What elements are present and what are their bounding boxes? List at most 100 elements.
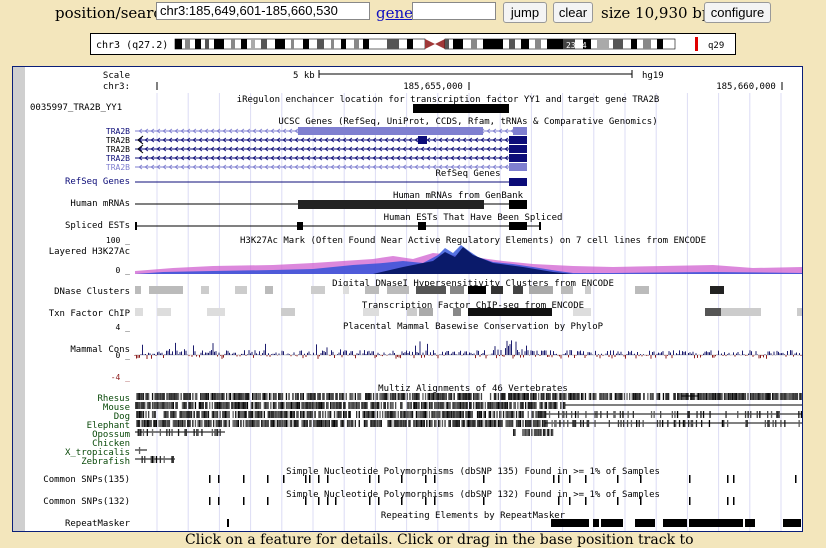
- multiz-block: [344, 402, 345, 409]
- iregulon-feature[interactable]: [413, 104, 509, 113]
- dnase-clusters[interactable]: [135, 286, 724, 294]
- multiz-block: [225, 420, 226, 427]
- multiz-block: [136, 411, 137, 418]
- multiz-block: [768, 393, 769, 400]
- configure-button[interactable]: configure: [704, 2, 771, 23]
- multiz-block: [552, 402, 553, 409]
- multiz-block: [595, 393, 596, 400]
- dnase-track-label[interactable]: DNase Clusters: [54, 287, 130, 297]
- multiz-block: [498, 393, 499, 400]
- est-track-label[interactable]: Spliced ESTs: [65, 221, 130, 231]
- refseq-track-label[interactable]: RefSeq Genes: [65, 177, 130, 187]
- multiz-block: [329, 393, 330, 400]
- multiz-block: [521, 411, 522, 418]
- multiz-block: [184, 429, 185, 436]
- multiz-block: [461, 402, 462, 409]
- position-label: position/search: [55, 4, 171, 22]
- multiz-block: [446, 411, 447, 418]
- genome-browser-track-panel[interactable]: Scale chr3: 5 kb hg19 185,655,000 185,66…: [12, 66, 803, 532]
- snp-tick: [267, 475, 269, 483]
- multiz-block: [438, 393, 439, 400]
- multiz-block: [448, 402, 449, 409]
- multiz-block: [499, 411, 500, 418]
- multiz-block: [392, 402, 393, 409]
- multiz-block: [171, 429, 172, 436]
- multiz-block: [438, 402, 439, 409]
- multiz-block: [426, 402, 427, 409]
- multiz-block: [615, 393, 616, 400]
- multiz-block: [675, 420, 676, 427]
- clear-button[interactable]: clear: [553, 2, 593, 23]
- ucsc-gene-label[interactable]: TRA2B: [106, 145, 130, 154]
- multiz-block: [503, 411, 504, 418]
- gene-link[interactable]: gene: [376, 4, 413, 22]
- multiz-block: [394, 393, 395, 400]
- multiz-block: [370, 393, 371, 400]
- h3k27ac-track-label[interactable]: Layered H3K27Ac: [49, 247, 130, 257]
- mrna-exon[interactable]: [509, 200, 527, 209]
- multiz-block: [602, 393, 603, 400]
- multiz-block: [780, 420, 781, 427]
- multiz-block: [325, 420, 326, 427]
- multiz-block: [305, 402, 306, 409]
- ucsc-gene-label[interactable]: TRA2B: [106, 127, 130, 136]
- position-input[interactable]: chr3:185,649,601-185,660,530: [156, 2, 370, 20]
- mrna-exon[interactable]: [298, 200, 484, 209]
- multiz-block: [169, 420, 170, 427]
- multiz-block: [238, 420, 239, 427]
- jump-button[interactable]: jump: [503, 2, 547, 23]
- multiz-block: [754, 393, 755, 400]
- multiz-block: [543, 429, 544, 436]
- multiz-block: [563, 402, 564, 409]
- multiz-block: [372, 411, 373, 418]
- multiz-block: [409, 402, 410, 409]
- multiz-block: [274, 411, 275, 418]
- multiz-block: [725, 393, 726, 400]
- multiz-block: [442, 420, 443, 427]
- multiz-block: [351, 402, 352, 409]
- txn-track-label[interactable]: Txn Factor ChIP: [49, 309, 131, 319]
- snp132-track-label[interactable]: Common SNPs(132): [43, 497, 130, 507]
- snp135-track-label[interactable]: Common SNPs(135): [43, 475, 130, 485]
- dnase-cluster: [311, 286, 325, 294]
- multiz-block: [195, 393, 196, 400]
- mrna-track-label[interactable]: Human mRNAs: [70, 199, 130, 209]
- multiz-block: [190, 411, 191, 418]
- multiz-block: [517, 420, 518, 427]
- multiz-block: [456, 411, 457, 418]
- ucsc-gene-label[interactable]: TRA2B: [106, 154, 130, 163]
- ucsc-gene-label[interactable]: TRA2B: [106, 136, 130, 145]
- multiz-block: [546, 420, 547, 427]
- base-position-ruler[interactable]: Scale chr3: 5 kb hg19 185,655,000 185,66…: [103, 70, 782, 92]
- multiz-block: [177, 393, 178, 400]
- multiz-block: [491, 420, 492, 427]
- ucsc-gene-label[interactable]: TRA2B: [106, 163, 130, 172]
- multiz-block: [235, 411, 236, 418]
- multiz-block: [494, 393, 495, 400]
- multiz-block: [503, 402, 504, 409]
- multiz-block: [572, 420, 573, 427]
- track-button-column[interactable]: [13, 67, 25, 531]
- rmsk-track-label[interactable]: RepeatMasker: [65, 519, 131, 529]
- iregulon-item-label[interactable]: 0035997_TRA2B_YY1: [30, 103, 122, 113]
- ucsc-genes-track[interactable]: TRA2B TRA2B TRA2B TRA2B TRA2B: [106, 127, 527, 172]
- multiz-block: [456, 402, 457, 409]
- multiz-block: [343, 420, 344, 427]
- txn-factor-clusters[interactable]: [135, 308, 802, 316]
- multiz-block: [529, 429, 530, 436]
- refseq-exon[interactable]: [509, 178, 527, 186]
- multiz-block: [418, 411, 419, 418]
- multiz-block: [327, 393, 328, 400]
- multiz-block: [522, 393, 523, 400]
- multiz-block: [353, 402, 354, 409]
- multiz-block: [348, 420, 349, 427]
- multiz-block: [691, 420, 692, 427]
- multiz-block: [443, 411, 444, 418]
- multiz-block: [438, 420, 439, 427]
- multiz-block: [405, 411, 406, 418]
- multiz-block: [218, 393, 219, 400]
- gene-input[interactable]: [412, 2, 496, 20]
- multiz-block: [239, 402, 240, 409]
- multiz-block: [203, 393, 204, 400]
- chromosome-ideogram[interactable]: chr3 (q27.2): [90, 33, 736, 55]
